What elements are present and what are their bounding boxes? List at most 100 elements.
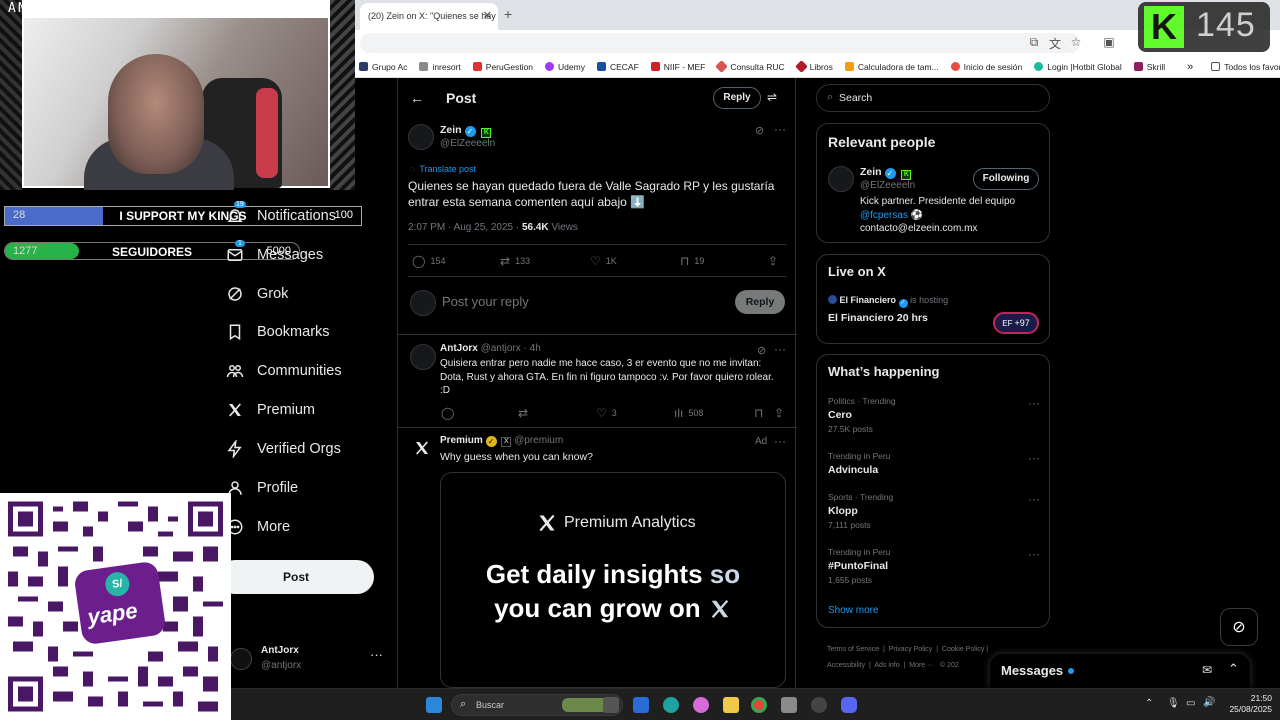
footer-link[interactable]: Ads info [874, 662, 899, 669]
chrome-icon[interactable] [751, 697, 767, 713]
footer-link[interactable]: Accessibility [827, 662, 865, 669]
all-bookmarks-folder[interactable]: Todos los favoritos [1211, 62, 1280, 72]
compose-post-button[interactable]: Post [218, 560, 374, 594]
bookmark-item[interactable]: inresort [419, 62, 461, 72]
avatar[interactable] [828, 166, 854, 192]
translate-icon[interactable]: 文 [1048, 35, 1062, 51]
bookmark-item[interactable]: Grupo Ac [359, 62, 407, 72]
more-icon[interactable]: ··· [774, 122, 786, 136]
microphone-icon[interactable]: 🎙 [1167, 698, 1180, 709]
grok-float-button[interactable]: ⊘ [1220, 608, 1258, 646]
show-more-link[interactable]: Show more [828, 605, 879, 616]
footer-link[interactable]: Privacy Policy [889, 646, 933, 653]
like-action[interactable]: ♡ 3 [596, 406, 617, 420]
bookmark-item[interactable]: CECAF [596, 62, 639, 72]
following-button[interactable]: Following [973, 168, 1039, 190]
nav-profile[interactable]: Profile [226, 476, 298, 500]
copilot-icon[interactable] [693, 697, 709, 713]
more-icon[interactable]: ··· [1028, 451, 1040, 465]
share-icon[interactable]: ⇪ [774, 406, 789, 420]
avatar[interactable] [408, 124, 434, 150]
reply-action[interactable]: ◯ 154 [412, 254, 445, 268]
edge-icon[interactable] [663, 697, 679, 713]
repost-action[interactable]: ⇄ 133 [500, 254, 530, 268]
calculator-icon[interactable] [781, 697, 797, 713]
bookmark-action[interactable]: ⊓ 19 [680, 254, 704, 268]
bookmark-item[interactable]: Skrill [1133, 62, 1165, 72]
nav-notifications[interactable]: 19 Notifications [226, 201, 336, 228]
ad-banner[interactable]: Premium Analytics Get daily insights so … [440, 472, 786, 688]
live-listeners[interactable]: EF +97 [993, 312, 1039, 334]
bookmark-item[interactable]: Consulta RUC [715, 60, 785, 73]
volume-icon[interactable]: 🔊 [1203, 697, 1215, 708]
clock[interactable]: 21:50 25/08/2025 [1226, 693, 1272, 715]
search-input[interactable]: ⌕ Search [816, 84, 1050, 112]
nav-bookmarks[interactable]: Bookmarks [226, 320, 330, 344]
obs-icon[interactable] [811, 697, 827, 713]
install-icon[interactable]: ⧉ [1027, 35, 1041, 49]
nav-messages[interactable]: 1 Messages [226, 240, 323, 267]
bookmark-item[interactable]: Udemy [545, 62, 585, 72]
file-explorer-icon[interactable] [723, 697, 739, 713]
close-tab-icon[interactable]: ✕ [483, 9, 492, 22]
address-input[interactable] [360, 33, 1080, 53]
repost-action[interactable]: ⇄ [518, 406, 533, 420]
nav-more[interactable]: More [226, 515, 290, 539]
network-icon[interactable]: ▭ [1186, 698, 1195, 709]
nav-verified-orgs[interactable]: Verified Orgs [226, 437, 341, 461]
expand-icon[interactable]: ⌃ [1228, 661, 1239, 677]
avatar[interactable] [410, 344, 436, 370]
sliders-icon[interactable]: ⇌ [767, 90, 777, 104]
footer-link[interactable]: More ··· [909, 662, 934, 669]
share-icon[interactable]: ⇪ [768, 254, 783, 268]
like-action[interactable]: ♡ 1K [590, 254, 617, 268]
bookmarks-overflow-icon[interactable]: » [1187, 61, 1193, 73]
bookmark-item[interactable]: NIIF - MEF [650, 62, 705, 72]
post-handle[interactable]: @ElZeeeeln [440, 138, 495, 149]
x-logo-icon[interactable] [414, 440, 430, 461]
more-icon[interactable]: ··· [370, 647, 383, 662]
person-name[interactable]: Zein ✓ K [860, 166, 912, 180]
grok-icon[interactable]: ⊘ [757, 344, 766, 357]
bookmark-item[interactable]: Calculadora de tam... [844, 62, 939, 72]
live-host[interactable]: El Financiero ✓ is hosting [828, 295, 948, 308]
bookmark-item[interactable]: PeruGestion [472, 62, 533, 72]
bio-mention-link[interactable]: @fcpersas [860, 210, 908, 221]
reply-button[interactable]: Reply [735, 290, 785, 314]
more-icon[interactable]: ··· [1028, 396, 1040, 410]
header-reply-button[interactable]: Reply [713, 87, 761, 109]
trend-item[interactable]: Trending in Peru Advincula ··· [828, 451, 1040, 476]
new-message-icon[interactable]: ✉ [1202, 663, 1212, 677]
nav-communities[interactable]: Communities [226, 359, 342, 383]
footer-link[interactable]: Cookie Policy [942, 646, 984, 653]
store-icon[interactable] [633, 697, 649, 713]
post-author[interactable]: Zein ✓ K [440, 124, 492, 138]
discord-icon[interactable] [841, 697, 857, 713]
bookmark-item[interactable]: Login |Hotbit Global [1034, 62, 1122, 72]
more-icon[interactable]: ··· [1028, 547, 1040, 561]
live-show-title[interactable]: El Financiero 20 hrs [828, 312, 928, 324]
ad-author[interactable]: Premium ✓ X @premium [440, 435, 563, 447]
tray-chevron-icon[interactable]: ⌃ [1145, 698, 1153, 709]
bookmark-icon[interactable]: ⊓ [754, 406, 768, 420]
account-switcher[interactable]: AntJorx @antjorx ··· [230, 642, 390, 678]
reply-action[interactable]: ◯ [441, 406, 459, 420]
task-view-icon[interactable] [603, 697, 619, 713]
new-tab-icon[interactable]: + [504, 6, 512, 22]
bookmark-item[interactable]: Libros [794, 60, 833, 73]
bookmark-item[interactable]: Inicio de sesión [950, 62, 1022, 72]
nav-premium[interactable]: Premium [226, 398, 315, 422]
extension-icon[interactable]: ▣ [1102, 35, 1116, 49]
trend-item[interactable]: Sports · Trending Klopp 7,111 posts ··· [828, 492, 1040, 530]
trend-item[interactable]: Trending in Peru #PuntoFinal 1,655 posts… [828, 547, 1040, 585]
messages-drawer[interactable]: Messages ✉ ⌃ [990, 654, 1250, 688]
footer-link[interactable]: Terms of Service [827, 646, 879, 653]
more-icon[interactable]: ··· [774, 342, 786, 356]
browser-tab[interactable]: (20) Zein on X: "Quienes se hay ✕ [360, 3, 498, 30]
views-action[interactable]: ılı 508 [674, 406, 703, 420]
person-handle[interactable]: @ElZeeeeln [860, 180, 915, 191]
reply-author[interactable]: AntJorx @antjorx · 4h [440, 343, 541, 354]
nav-grok[interactable]: Grok [226, 282, 288, 306]
more-icon[interactable]: ··· [774, 434, 786, 448]
trend-item[interactable]: Politics · Trending Cero 27.5K posts ··· [828, 396, 1040, 434]
